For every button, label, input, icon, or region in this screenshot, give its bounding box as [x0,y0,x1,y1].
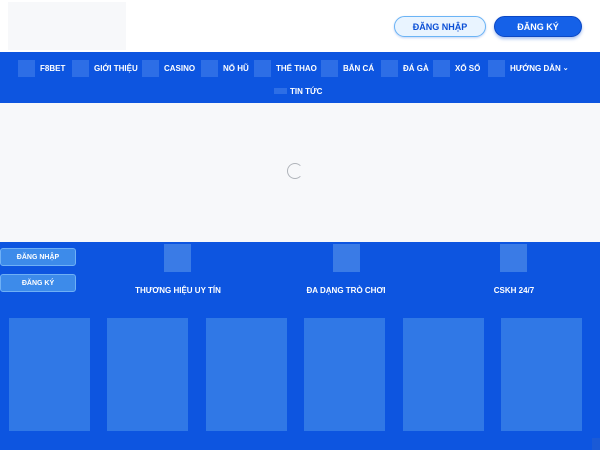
nav-item-huong-dan[interactable]: HƯỚNG DẪN ⌄ [488,59,569,77]
nav-item-label: GIỚI THIỆU [94,63,138,73]
nav-item-label: TIN TỨC [290,86,323,96]
trusted-brand-icon [164,244,191,272]
loading-spinner-icon [287,163,303,179]
sports-icon [254,59,271,77]
nav-item-label: BẮN CÁ [343,63,375,73]
nav-item-gioi-thieu[interactable]: GIỚI THIỆU [72,59,138,77]
main-nav: F8BET GIỚI THIỆU CASINO NỔ HŨ THỂ THAO B… [0,52,600,103]
game-variety-icon [333,244,360,272]
nav-item-tin-tuc[interactable]: TIN TỨC [274,85,322,97]
side-register-button[interactable]: ĐĂNG KÝ [0,274,76,292]
site-header: ĐĂNG NHẬP ĐĂNG KÝ [0,0,600,52]
nav-item-label: F8BET [40,63,66,73]
nav-item-label: CASINO [164,63,196,73]
game-card[interactable] [206,318,287,431]
feature-label: CSKH 24/7 [493,286,535,295]
lottery-icon [433,59,450,77]
game-card[interactable] [9,318,90,431]
nav-item-label: NỔ HŨ [223,63,249,73]
fishing-icon [321,59,338,77]
login-button[interactable]: ĐĂNG NHẬP [394,16,486,37]
scrollbar[interactable] [592,438,600,450]
nav-item-the-thao[interactable]: THỂ THAO [254,59,317,77]
casino-icon [142,59,159,77]
slots-icon [201,59,218,77]
nav-item-label: XỔ SỐ [455,63,481,73]
nav-item-da-ga[interactable]: ĐÁ GÀ [381,59,429,77]
feature-label: THƯƠNG HIỆU UY TÍN [135,286,221,295]
nav-item-ban-ca[interactable]: BẮN CÁ [321,59,374,77]
game-card[interactable] [501,318,582,431]
feature-label: ĐA DẠNG TRÒ CHƠI [306,286,386,295]
nav-item-label: THỂ THAO [276,63,317,73]
news-icon [274,88,287,94]
info-icon [72,59,89,77]
nav-item-xo-so[interactable]: XỔ SỐ [433,59,480,77]
guide-icon [488,59,505,77]
nav-item-label: HƯỚNG DẪN [510,63,561,73]
game-card[interactable] [107,318,188,431]
side-login-button[interactable]: ĐĂNG NHẬP [0,248,76,266]
nav-item-label: ĐÁ GÀ [403,63,429,73]
register-button[interactable]: ĐĂNG KÝ [494,16,582,37]
nav-item-f8bet[interactable]: F8BET [18,59,65,77]
game-card[interactable] [403,318,484,431]
nav-item-no-hu[interactable]: NỔ HŨ [201,59,249,77]
cockfight-icon [381,59,398,77]
site-logo[interactable] [8,2,126,50]
game-card[interactable] [304,318,385,431]
nav-item-casino[interactable]: CASINO [142,59,195,77]
home-icon [18,59,35,77]
chevron-down-icon: ⌄ [562,65,569,72]
support-icon [500,244,527,272]
